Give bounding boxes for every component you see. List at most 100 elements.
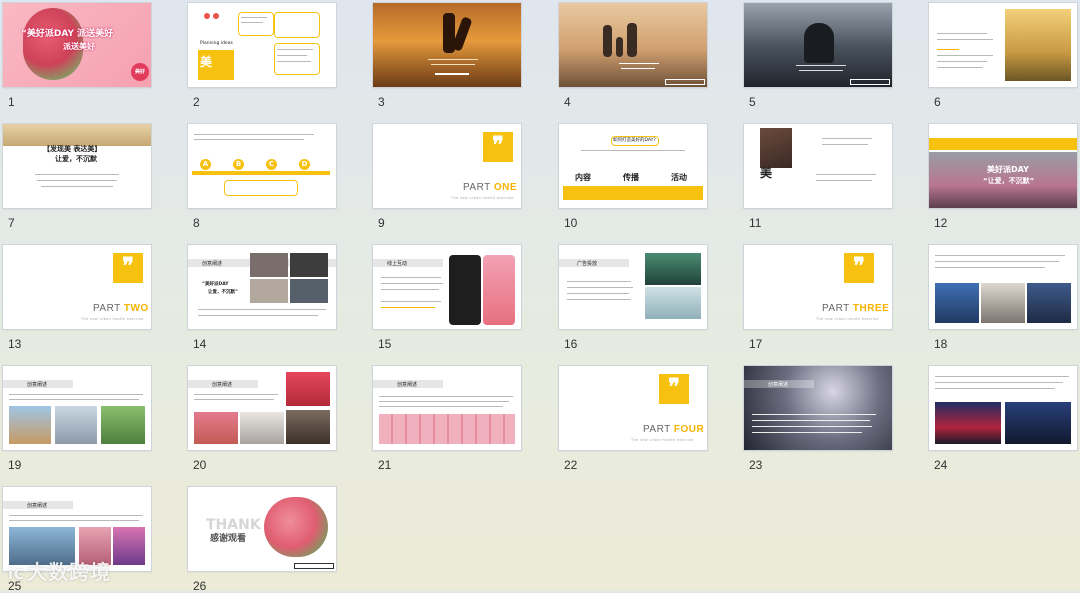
mindmap-box — [274, 43, 320, 75]
slide-number: 5 — [749, 95, 756, 109]
billboard-photo — [645, 287, 701, 319]
silhouette-figure — [804, 23, 834, 63]
photo-1 — [935, 283, 979, 323]
quote-mark-icon: ❞ — [113, 253, 143, 283]
part-chinese-label: 行动 — [662, 406, 670, 411]
slide-number: 12 — [934, 216, 948, 230]
section-heading: 创意阐述 — [27, 382, 48, 388]
slide-thumbnail-3[interactable] — [373, 3, 521, 87]
pillar-spread: 传播 — [623, 173, 639, 182]
roses-image — [264, 497, 328, 557]
mindmap-box — [274, 12, 320, 38]
slide-number: 3 — [378, 95, 385, 109]
slide-number: 24 — [934, 458, 948, 472]
pillar-content: 内容 — [575, 173, 591, 182]
part-subtitle: The new urban health exercise — [631, 438, 694, 442]
slide-thumbnail-16[interactable]: 广告投放 — [559, 245, 707, 329]
silhouette-figure — [616, 37, 623, 57]
slide-thumbnail-4[interactable] — [559, 3, 707, 87]
section-heading: 广告投放 — [577, 261, 598, 267]
section-heading: 创意阐述 — [397, 382, 418, 388]
slide-thumbnail-8[interactable]: A B C D — [188, 124, 336, 208]
slide-number: 2 — [193, 95, 200, 109]
summary-banner — [563, 186, 703, 200]
silhouette-figure — [627, 23, 637, 57]
progress-frame — [294, 563, 334, 569]
slide-subtitle: 让爱，不沉默 — [55, 155, 97, 163]
slide-thumbnail-5[interactable] — [744, 3, 892, 87]
slide-number: 8 — [193, 216, 200, 230]
quote-mark-icon: ❞ — [844, 253, 874, 283]
slide-thumbnail-10[interactable]: 如何打造美好的DAY? 内容 传播 活动 — [559, 124, 707, 208]
part-subtitle: The new urban health exercise — [451, 196, 514, 200]
slide-thumbnail-2[interactable]: Planning ideas 美 — [188, 3, 336, 87]
step-a-marker: A — [200, 159, 211, 170]
slide-number: 19 — [8, 458, 22, 472]
photo-4 — [286, 410, 330, 444]
slide-thumbnail-9[interactable]: ❞ 创意 PART ONE The new urban health exerc… — [373, 124, 521, 208]
crowd-photo — [1005, 9, 1071, 81]
slide-title: 感谢观看 — [210, 534, 247, 544]
slide-number: 6 — [934, 95, 941, 109]
slide-thumbnail-6[interactable] — [929, 3, 1077, 87]
timeline-bar — [192, 171, 330, 175]
watermark-text: 大数跨境 — [27, 560, 112, 584]
billboard-photo — [645, 253, 701, 285]
photo-2 — [290, 253, 328, 277]
mindmap-box — [238, 12, 274, 36]
slide-title: Planning ideas — [200, 41, 233, 46]
slide-number: 4 — [564, 95, 571, 109]
slide-subtitle: 派送美好 — [63, 42, 95, 51]
slide-thumbnail-11[interactable]: 美 — [744, 124, 892, 208]
slide-thumbnail-17[interactable]: ❞ 行动 PART THREE The new urban health exe… — [744, 245, 892, 329]
dot-icon — [213, 13, 219, 19]
photo-1 — [9, 406, 51, 444]
stage-photo — [935, 402, 1001, 444]
quote-line-1: “美好派DAY — [202, 282, 229, 287]
part-chinese-label: 传播 — [116, 285, 124, 290]
slide-thumbnail-13[interactable]: ❞ 传播 PART TWO The new urban health exerc… — [3, 245, 151, 329]
slide-thumbnail-20[interactable]: 创意阐述 — [188, 366, 336, 450]
slide-thumbnail-22[interactable]: ❞ 行动 PART FOUR The new urban health exer… — [559, 366, 707, 450]
slide-thumbnail-15[interactable]: 线上互动 — [373, 245, 521, 329]
concert-photo — [744, 366, 892, 450]
photo-1 — [286, 372, 330, 406]
slide-number: 23 — [749, 458, 763, 472]
slide-thumbnail-12[interactable]: 美好派DAY “让爱，不沉默” — [929, 124, 1077, 208]
slide-number: 13 — [8, 337, 22, 351]
photo-3 — [240, 412, 284, 444]
part-subtitle: The new urban health exercise — [81, 317, 144, 321]
dot-icon — [204, 13, 210, 19]
slide-thumbnail-7[interactable]: 【发现美 表达美】 让爱，不沉默 — [3, 124, 151, 208]
lockers-photo — [379, 414, 515, 444]
slide-thumbnail-18[interactable] — [929, 245, 1077, 329]
slide-thumbnail-14[interactable]: 创意阐述 “美好派DAY 让爱，不沉默” — [188, 245, 336, 329]
slide-number: 11 — [749, 216, 762, 230]
step-d-marker: D — [299, 159, 310, 170]
silhouette-figure — [603, 25, 612, 57]
slide-thumbnail-19[interactable]: 创意阐述 — [3, 366, 151, 450]
slide-number: 16 — [564, 337, 578, 351]
part-label: PART THREE — [822, 303, 890, 314]
watermark: iC 大数跨境 — [8, 556, 111, 585]
slide-number: 7 — [8, 216, 15, 230]
part-chinese-label: 创意 — [486, 164, 494, 169]
sunset-banner — [3, 124, 151, 146]
part-label: PART ONE — [463, 182, 518, 193]
slide-thumbnail-21[interactable]: 创意阐述 — [373, 366, 521, 450]
watermark-logo-icon: iC — [8, 567, 26, 583]
portrait-photo — [760, 128, 792, 168]
part-label: PART TWO — [93, 303, 149, 314]
section-heading: 创意阐述 — [212, 382, 233, 388]
slide-title: 【发现美 表达美】 — [43, 145, 102, 153]
slide-number: 21 — [378, 458, 392, 472]
step-b-marker: B — [233, 159, 244, 170]
photo-2 — [981, 283, 1025, 323]
slide-thumbnail-24[interactable] — [929, 366, 1077, 450]
question-text: 如何打造美好的DAY? — [613, 138, 656, 143]
slide-thumbnail-26[interactable]: THANK 感谢观看 — [188, 487, 336, 571]
slide-thumbnail-23[interactable]: 创意阐述 — [744, 366, 892, 450]
photo-1 — [250, 253, 288, 277]
slide-thumbnail-1[interactable]: “美好派DAY 派送美好 派送美好 美好 — [3, 3, 151, 87]
phone-mockup-2 — [483, 255, 515, 325]
